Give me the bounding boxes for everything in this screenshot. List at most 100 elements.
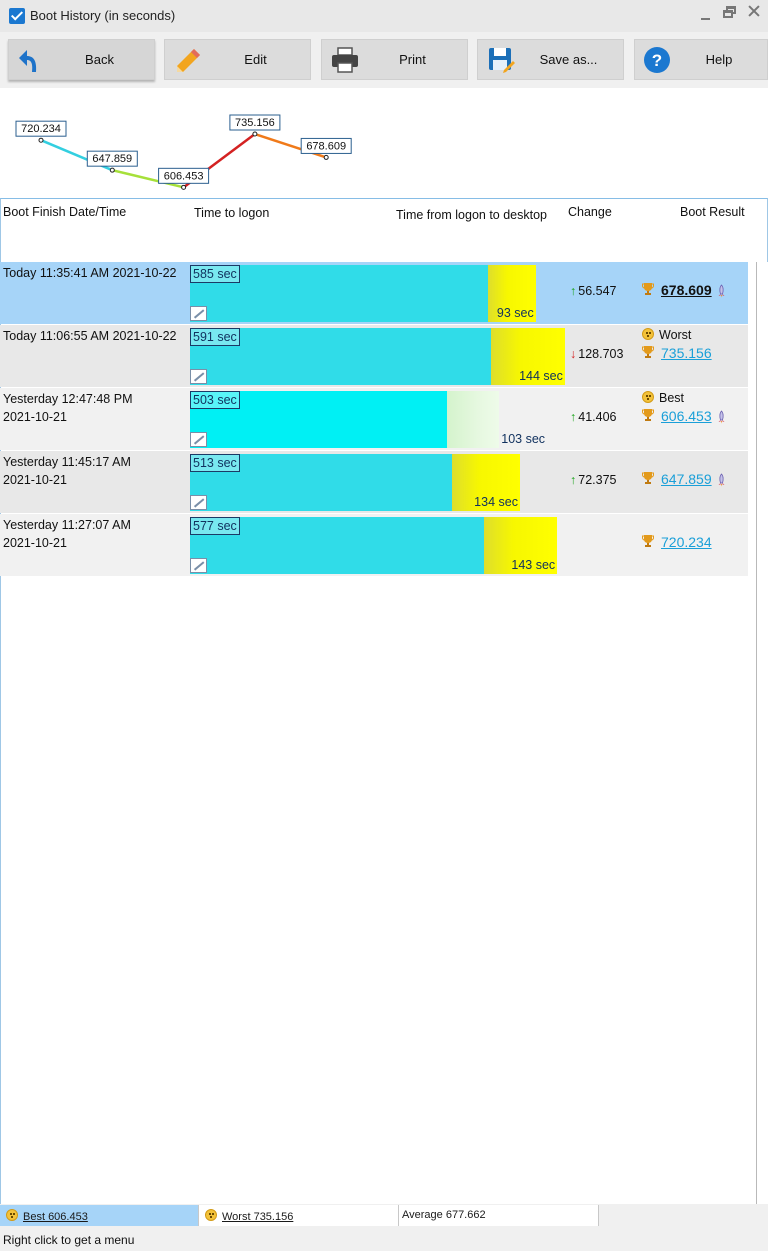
chart-point[interactable]	[181, 184, 187, 190]
print-label: Print	[399, 52, 426, 67]
header-desktop[interactable]: Time from logon to desktop	[396, 208, 547, 222]
trophy-icon	[642, 472, 654, 484]
title-bar: Boot History (in seconds)	[0, 0, 768, 32]
window-title: Boot History (in seconds)	[30, 8, 176, 23]
smiley-icon	[6, 1209, 18, 1221]
help-button[interactable]: ? Help	[634, 39, 768, 80]
boot-row[interactable]: Today 11:35:41 AM 2021-10-22 585 sec 93 se…	[0, 262, 748, 324]
status-worst-text: Worst 735.156	[222, 1211, 294, 1223]
boot-row[interactable]: Yesterday 11:45:17 AM 2021-10-21 513 sec 1…	[0, 451, 748, 513]
boot-time-graph[interactable]: 720.234 647.859 606.453 735.156 678.609	[0, 88, 768, 198]
row-date: Yesterday 11:27:07 AM 2021-10-21	[3, 518, 131, 550]
chart-data-label: 720.234	[15, 120, 67, 137]
pencil-icon	[177, 49, 200, 72]
status-best-text: Best 606.453	[23, 1211, 88, 1223]
svg-text:?: ?	[652, 51, 662, 70]
note-icon[interactable]	[190, 306, 207, 321]
chart-data-label: 735.156	[229, 114, 281, 131]
boot-row[interactable]: Yesterday 12:47:48 PM 2021-10-21 503 sec 1…	[0, 388, 748, 450]
boot-row[interactable]: Yesterday 11:27:07 AM 2021-10-21 577 sec 1…	[0, 514, 748, 576]
back-button[interactable]: Back	[8, 39, 155, 80]
change-text: 72.375	[578, 473, 617, 487]
rocket-icon	[718, 410, 725, 424]
boot-row[interactable]: Today 11:06:55 AM 2021-10-22 591 sec 144 s…	[0, 325, 748, 387]
chart-point[interactable]	[38, 137, 44, 143]
trophy-icon	[642, 409, 654, 421]
chart-label-text: 647.859	[92, 153, 132, 165]
help-icon: ?	[644, 47, 670, 73]
arrow-down-icon: ↓	[570, 347, 577, 361]
back-label: Back	[85, 52, 114, 67]
row-date: Yesterday 12:47:48 PM 2021-10-21	[3, 392, 133, 424]
note-icon[interactable]	[190, 369, 207, 384]
boot-time-chart: 720.234 647.859 606.453 735.156 678.609	[15, 114, 352, 190]
status-worst[interactable]: Worst 735.156	[199, 1205, 399, 1226]
change-value: ↓ 128.703	[570, 347, 623, 361]
change-text: 41.406	[578, 410, 617, 424]
chart-data-label: 678.609	[300, 137, 352, 154]
toolbar: Back Edit Print Save as... ? Help	[0, 32, 768, 88]
chart-label-text: 720.234	[21, 123, 61, 135]
note-icon[interactable]	[190, 495, 207, 510]
change-value: ↑ 41.406	[570, 410, 616, 424]
edit-label: Edit	[244, 52, 267, 67]
rocket-icon	[718, 473, 725, 487]
desktop-time-label: 93 sec	[496, 306, 534, 320]
trophy-icon	[642, 346, 654, 358]
boot-result-link[interactable]: 678.609	[661, 282, 712, 298]
row-date: Today 11:06:55 AM 2021-10-22	[3, 329, 177, 343]
header-logon[interactable]: Time to logon	[194, 206, 269, 220]
change-value: ↑ 72.375	[570, 473, 616, 487]
chart-data-label: 647.859	[86, 150, 138, 167]
back-arrow-icon	[19, 50, 37, 72]
smiley-icon	[642, 391, 654, 403]
arrow-up-icon: ↑	[570, 410, 577, 424]
save-as-label: Save as...	[539, 52, 598, 67]
printer-icon	[332, 47, 358, 73]
hint-text: Right click to get a menu	[3, 1233, 135, 1247]
note-icon[interactable]	[190, 432, 207, 447]
help-label: Help	[705, 52, 733, 67]
boot-result-link[interactable]: 735.156	[661, 345, 712, 361]
restore-icon[interactable]	[722, 4, 738, 20]
change-text: 56.547	[578, 284, 617, 298]
note-icon[interactable]	[190, 558, 207, 573]
change-value: ↑ 56.547	[570, 284, 616, 298]
logon-time-label: 585 sec	[190, 265, 240, 283]
chart-label-text: 735.156	[235, 117, 275, 129]
boot-result-link[interactable]: 720.234	[661, 534, 712, 550]
desktop-time-label: 144 sec	[519, 369, 563, 383]
row-date: Today 11:35:41 AM 2021-10-22	[3, 266, 177, 280]
boot-result-link[interactable]: 647.859	[661, 471, 712, 487]
desktop-time-label: 134 sec	[474, 495, 518, 509]
logon-time-label: 513 sec	[190, 454, 240, 472]
edit-button[interactable]: Edit	[164, 39, 311, 80]
trophy-icon	[642, 283, 654, 295]
chart-label-text: 678.609	[306, 140, 346, 152]
smiley-icon	[642, 328, 654, 340]
status-best[interactable]: Best 606.453	[0, 1205, 199, 1226]
header-result[interactable]: Boot Result	[680, 205, 745, 219]
floppy-disk-icon	[489, 48, 515, 73]
flag-text: Worst	[659, 328, 692, 342]
boot-result-link[interactable]: 606.453	[661, 408, 712, 424]
close-icon[interactable]	[746, 4, 762, 20]
rocket-icon	[718, 284, 725, 298]
row-date: Yesterday 11:45:17 AM 2021-10-21	[3, 455, 131, 487]
header-change[interactable]: Change	[568, 205, 612, 219]
chart-data-label: 606.453	[158, 167, 210, 184]
chart-point[interactable]	[323, 154, 329, 160]
status-average: Average 677.662	[399, 1205, 599, 1226]
chart-point[interactable]	[109, 167, 115, 173]
print-button[interactable]: Print	[321, 39, 468, 80]
trophy-icon	[642, 535, 654, 547]
chart-point[interactable]	[252, 131, 258, 137]
scrollbar-edge[interactable]	[756, 262, 768, 1204]
desktop-time-label: 103 sec	[501, 432, 546, 446]
header-date[interactable]: Boot Finish Date/Time	[3, 205, 126, 219]
minimize-icon[interactable]	[700, 6, 712, 22]
result-flag: Best	[642, 391, 684, 405]
logon-time-label: 591 sec	[190, 328, 240, 346]
chart-label-text: 606.453	[164, 170, 204, 182]
save-as-button[interactable]: Save as...	[477, 39, 624, 80]
